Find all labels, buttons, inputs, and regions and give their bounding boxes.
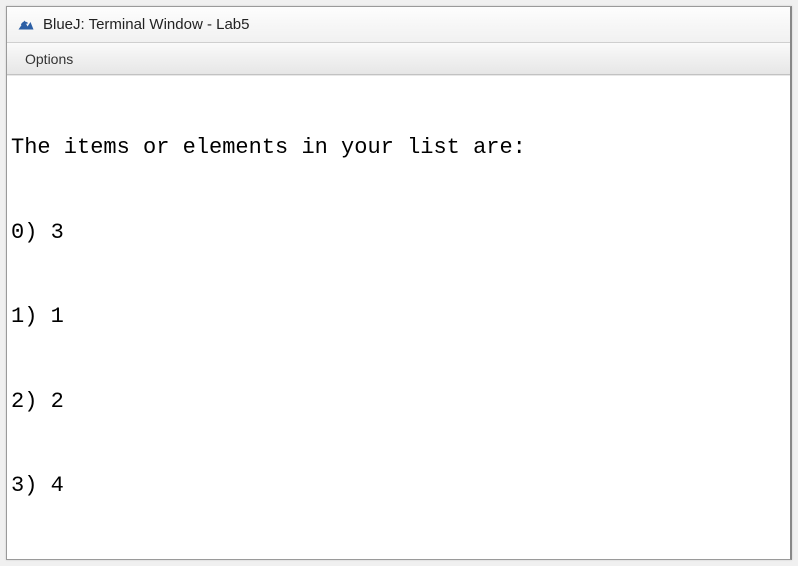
list-item: 0) 3 [11, 219, 786, 247]
terminal-output[interactable]: The items or elements in your list are: … [7, 75, 790, 559]
window-title: BlueJ: Terminal Window - Lab5 [43, 16, 249, 33]
list-item: 4) 5 [11, 557, 786, 559]
titlebar[interactable]: BlueJ: Terminal Window - Lab5 [7, 7, 790, 43]
list-item: 2) 2 [11, 388, 786, 416]
menubar: Options [7, 43, 790, 75]
list-item: 3) 4 [11, 472, 786, 500]
output-header: The items or elements in your list are: [11, 134, 786, 162]
list-item: 1) 1 [11, 303, 786, 331]
terminal-window: BlueJ: Terminal Window - Lab5 Options Th… [6, 6, 792, 560]
bluej-app-icon [17, 16, 35, 34]
menu-options[interactable]: Options [15, 47, 83, 71]
